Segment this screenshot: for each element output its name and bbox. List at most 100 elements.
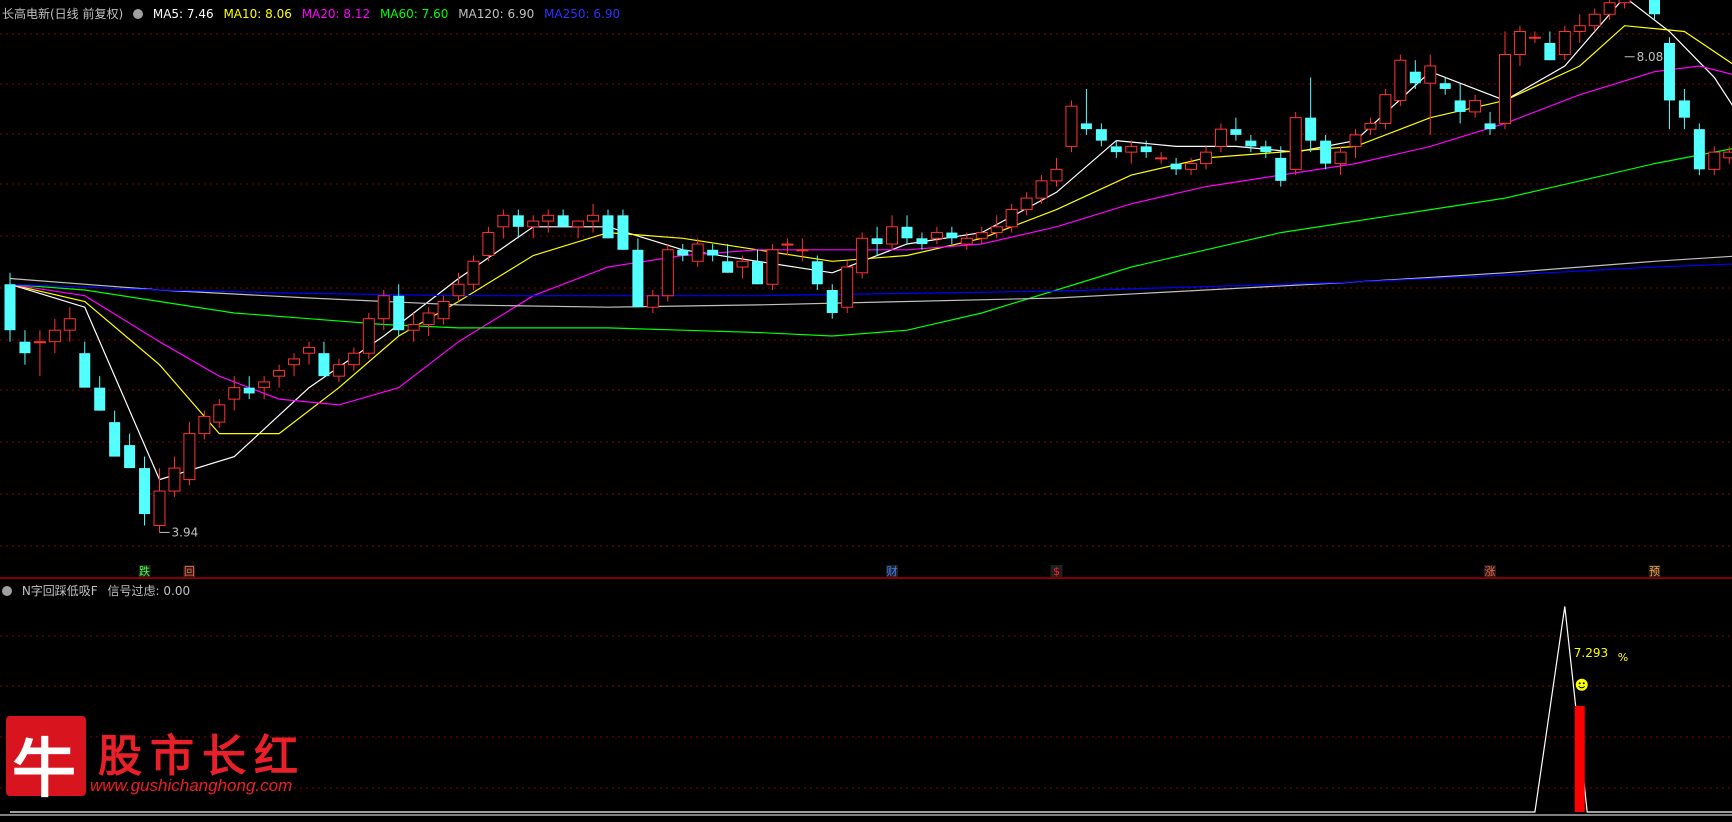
candle-body-down [1484, 123, 1496, 130]
candle-body-up [766, 249, 779, 285]
candle-body-down [512, 215, 524, 227]
candle-body-up [258, 381, 271, 389]
smiley-eye [1582, 682, 1585, 685]
candle-body-up [1050, 168, 1063, 182]
candle-body-up [990, 226, 1003, 234]
candle-body-down [1095, 129, 1107, 141]
candle-body-up [1573, 25, 1586, 32]
candle-body-down [722, 261, 734, 273]
candle-body-down [871, 238, 883, 245]
candle-body-up [796, 249, 809, 252]
candle-body-down [1320, 140, 1332, 164]
candle-body-up [332, 364, 345, 377]
event-marker: 跌 [139, 564, 150, 578]
candle-body-up [841, 266, 854, 308]
indicator-title[interactable]: N字回踩低吸F [22, 584, 98, 598]
candle-body-down [752, 261, 763, 285]
candle-body-down [1110, 146, 1122, 153]
candle-body-up [1065, 105, 1078, 147]
indicator-toggle-icon[interactable] [2, 586, 12, 596]
watermark-url: www.gushichanghong.com [90, 776, 293, 795]
candle-body-up [1528, 36, 1541, 39]
main-chart-header: 长高电新(日线 前复权) MA5: 7.46 MA10: 8.06 MA20: … [2, 5, 626, 22]
candle-body-down [632, 249, 644, 308]
candle-body-up [63, 318, 76, 331]
bull-logo-icon: 牛 [6, 716, 86, 807]
candle-body-up [377, 295, 390, 320]
candle-body-down [124, 445, 136, 469]
candle-body-up [1618, 0, 1631, 4]
candle-body-up [1185, 163, 1198, 170]
candle-body-up [407, 323, 420, 331]
candle-body-down [79, 353, 91, 388]
candle-body-up [422, 312, 435, 325]
candle-body-down [1663, 42, 1675, 101]
candle-body-up [856, 237, 869, 274]
candle-body-down [1678, 100, 1690, 118]
candle-body-up [781, 243, 794, 246]
candle-body-up [482, 232, 495, 257]
candle-body-up [1125, 145, 1138, 153]
ma120-label: MA120: 6.90 [458, 7, 535, 21]
ma-line-ma20 [9, 65, 1732, 406]
candle-body-up [198, 415, 211, 435]
candle-body-up [1005, 209, 1018, 228]
candle-body-up [497, 214, 510, 228]
chart-stage: 8.08 3.94 跌 回 财 $ 涨 预 7.293% 长高电新(日线 前复权) MA5: 7… [0, 0, 1732, 818]
ma60-label: MA60: 7.60 [379, 7, 449, 21]
ma-line-ma120 [9, 255, 1732, 308]
candle-body-down [811, 261, 823, 285]
candle-body-up [930, 232, 943, 239]
candle-body-up [1394, 59, 1407, 101]
candle-body-up [646, 295, 659, 308]
event-marker: 财 [887, 564, 898, 578]
candle-body-down [1140, 146, 1152, 153]
candle-body-down [243, 387, 255, 394]
event-marker: $ [1053, 565, 1060, 578]
ma10-label: MA10: 8.06 [223, 7, 292, 21]
candle-body-down [826, 290, 838, 313]
candle-body-down [1305, 117, 1317, 141]
candle-body-down [1544, 42, 1556, 61]
candle-body-down [1409, 71, 1421, 84]
candle-body-up [452, 283, 465, 297]
candle-body-down [1439, 83, 1451, 89]
candle-body-down [916, 238, 928, 245]
watermark-title: 股市长红 [98, 731, 306, 782]
candle-body-down [946, 232, 958, 239]
candle-body-down [318, 353, 330, 377]
candle-body-up [1364, 122, 1377, 130]
candle-body-up [661, 249, 674, 297]
candle-body-up [1469, 99, 1482, 113]
candle-body-up [1499, 53, 1511, 124]
candle-body-up [691, 243, 704, 262]
ma20-label: MA20: 8.12 [301, 7, 371, 21]
candle-body-down [1275, 157, 1287, 181]
candle-body-up [288, 358, 301, 366]
ma5-label: MA5: 7.46 [152, 7, 214, 21]
candle-body-up [303, 346, 315, 354]
candle-body-down [1245, 140, 1257, 147]
candle-body-up [153, 490, 166, 527]
stock-title[interactable]: 长高电新(日线 前复权) [2, 7, 123, 21]
candle-body-up [1020, 197, 1033, 211]
chart-canvas[interactable]: 8.08 3.94 跌 回 财 $ 涨 预 7.293% [0, 0, 1732, 818]
indicator-value-label: 7.293 [1574, 646, 1608, 660]
ma-line-ma5 [9, 0, 1732, 481]
candle-body-down [1693, 129, 1705, 170]
candle-body-up [1558, 30, 1571, 55]
candle-body-up [736, 260, 749, 268]
logo-char: 牛 [12, 732, 76, 807]
candle-body-down [677, 249, 689, 256]
settings-circle-icon[interactable] [133, 9, 144, 19]
ma-line-ma60 [9, 148, 1732, 337]
candle-body-up [183, 433, 196, 481]
event-marker: 涨 [1485, 565, 1496, 578]
candle-body-down [901, 226, 913, 239]
candle-body-down [602, 215, 614, 239]
candle-body-up [33, 341, 46, 344]
candle-body-down [109, 422, 121, 457]
ma250-label: MA250: 6.90 [544, 7, 621, 21]
price-annotation: 8.08 [1637, 50, 1664, 64]
smiley-icon [1575, 678, 1588, 691]
